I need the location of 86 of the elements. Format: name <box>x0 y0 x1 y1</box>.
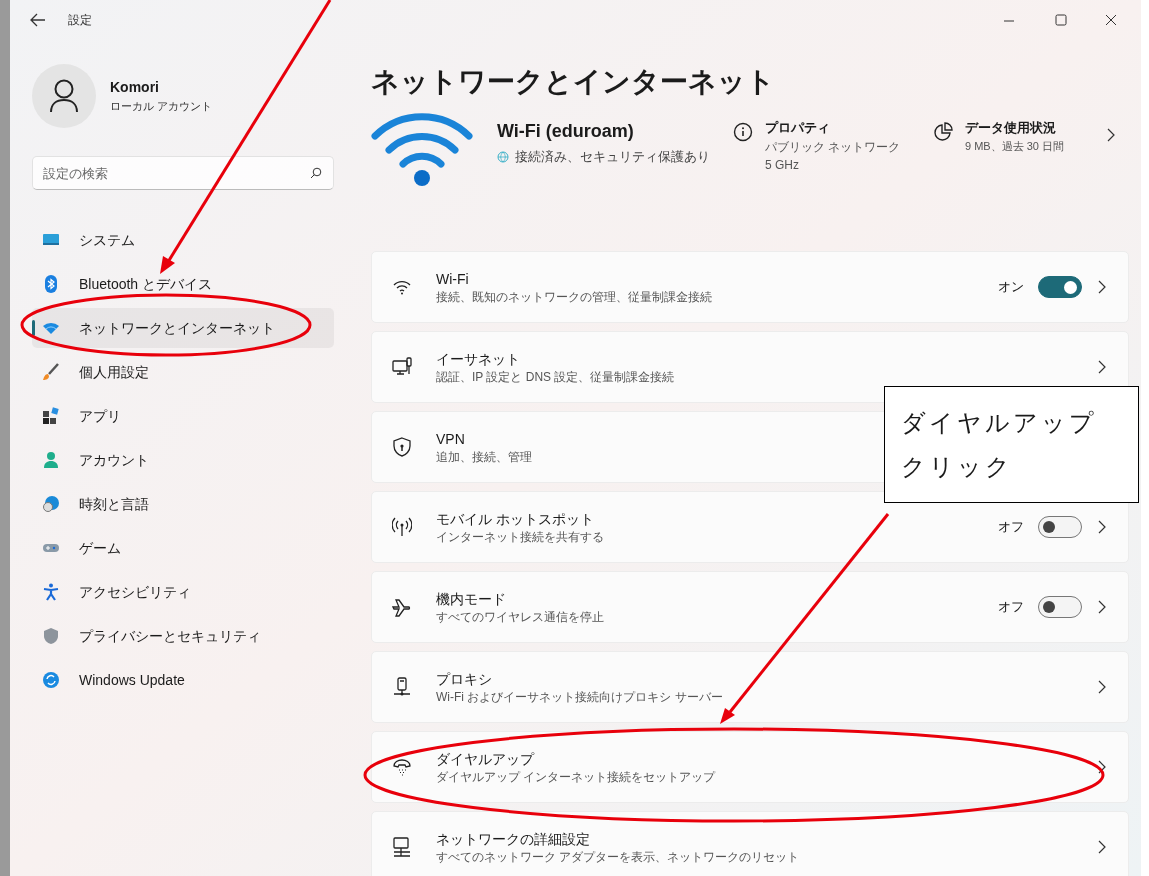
row-title: Wi-Fi <box>436 269 469 289</box>
bluetooth-icon <box>42 275 60 293</box>
proxy-server-icon <box>392 677 412 697</box>
globe-icon <box>42 495 60 513</box>
airplane-icon <box>392 597 412 617</box>
connection-status: 接続済み、セキュリティ保護あり <box>515 148 710 166</box>
row-title: VPN <box>436 429 465 449</box>
shield-icon <box>392 437 412 457</box>
connection-name: Wi-Fi (eduroam) <box>497 120 635 143</box>
selection-indicator <box>32 320 35 336</box>
toggle-switch[interactable] <box>1038 276 1082 298</box>
nav-item[interactable]: 個人用設定 <box>32 352 334 392</box>
toggle-switch[interactable] <box>1038 596 1082 618</box>
chevron-right-icon <box>1098 760 1106 774</box>
data-usage-title[interactable]: データ使用状況 <box>965 118 1065 138</box>
chevron-right-icon <box>1098 600 1106 614</box>
nav-item[interactable]: アプリ <box>32 396 334 436</box>
callout-tooltip: ダイヤルアップクリック <box>884 386 1139 503</box>
nav-item[interactable]: システム <box>32 220 334 260</box>
maximize-icon[interactable] <box>1055 14 1067 26</box>
row-subtitle: すべてのワイヤレス通信を停止 <box>436 608 604 626</box>
nav-item[interactable]: ネットワークとインターネット <box>32 308 334 348</box>
settings-row[interactable]: Wi-Fi 接続、既知のネットワークの管理、従量制課金接続 オン <box>371 251 1129 323</box>
chevron-right-icon[interactable] <box>1107 128 1115 142</box>
nav-item[interactable]: プライバシーとセキュリティ <box>32 616 334 656</box>
row-title: モバイル ホットスポット <box>436 509 594 529</box>
pie-chart-icon[interactable] <box>933 122 953 142</box>
search-field[interactable]: 設定の検索 <box>32 156 334 190</box>
wifi-signal-icon <box>371 112 473 188</box>
close-icon[interactable] <box>1105 14 1117 26</box>
properties-title[interactable]: プロパティ <box>765 118 901 138</box>
settings-row[interactable]: 機内モード すべてのワイヤレス通信を停止 オフ <box>371 571 1129 643</box>
network-computer-icon <box>392 837 412 857</box>
accessibility-icon <box>42 583 60 601</box>
properties-detail: 5 GHz <box>765 156 800 174</box>
toggle-switch[interactable] <box>1038 516 1082 538</box>
telephone-icon <box>392 757 412 777</box>
row-subtitle: ダイヤルアップ インターネット接続をセットアップ <box>436 768 716 786</box>
update-icon <box>42 671 60 689</box>
row-subtitle: すべてのネットワーク アダプターを表示、ネットワークのリセット <box>436 848 800 866</box>
account-name: Komori <box>110 78 160 98</box>
row-subtitle: Wi-Fi およびイーサネット接続向けプロキシ サーバー <box>436 688 723 706</box>
account-type: ローカル アカウント <box>110 99 213 115</box>
row-title: 機内モード <box>436 589 506 609</box>
row-title: ネットワークの詳細設定 <box>436 829 590 849</box>
settings-row[interactable]: イーサネット 認証、IP 設定と DNS 設定、従量制課金接続 <box>371 331 1129 403</box>
row-subtitle: 追加、接続、管理 <box>436 448 532 466</box>
settings-row[interactable]: ネットワークの詳細設定 すべてのネットワーク アダプターを表示、ネットワークのリセット <box>371 811 1129 876</box>
settings-row[interactable]: モバイル ホットスポット インターネット接続を共有する オフ <box>371 491 1129 563</box>
back-arrow-icon[interactable] <box>30 13 46 27</box>
apps-icon <box>42 407 60 425</box>
properties-detail: パブリック ネットワーク <box>765 138 901 156</box>
nav-item[interactable]: 時刻と言語 <box>32 484 334 524</box>
person-icon <box>42 451 60 469</box>
row-title: プロキシ <box>436 669 492 689</box>
chevron-right-icon <box>1098 520 1106 534</box>
brush-icon <box>42 363 60 381</box>
nav-item[interactable]: アクセシビリティ <box>32 572 334 612</box>
data-usage-detail: 9 MB、過去 30 日間 <box>965 138 1065 154</box>
row-title: ダイヤルアップ <box>436 749 534 769</box>
row-subtitle: インターネット接続を共有する <box>436 528 604 546</box>
globe-icon <box>497 150 509 163</box>
chevron-right-icon <box>1098 680 1106 694</box>
nav-item[interactable]: Windows Update <box>32 660 334 700</box>
shield-icon <box>42 627 60 645</box>
chevron-right-icon <box>1098 280 1106 294</box>
window-title: 設定 <box>68 12 92 29</box>
nav-item[interactable]: Bluetooth とデバイス <box>32 264 334 304</box>
info-icon[interactable] <box>733 122 753 142</box>
toggle-label: オン <box>998 278 1024 297</box>
search-icon <box>310 167 322 179</box>
toggle-label: オフ <box>998 518 1024 537</box>
antenna-icon <box>392 517 412 537</box>
nav-item[interactable]: ゲーム <box>32 528 334 568</box>
row-subtitle: 接続、既知のネットワークの管理、従量制課金接続 <box>436 288 712 306</box>
computer-icon <box>392 357 412 377</box>
settings-row[interactable]: ダイヤルアップ ダイヤルアップ インターネット接続をセットアップ <box>371 731 1129 803</box>
settings-row[interactable]: プロキシ Wi-Fi およびイーサネット接続向けプロキシ サーバー <box>371 651 1129 723</box>
row-title: イーサネット <box>436 349 520 369</box>
toggle-label: オフ <box>998 598 1024 617</box>
chevron-right-icon <box>1098 840 1106 854</box>
person-icon <box>49 79 79 113</box>
page-title: ネットワークとインターネット <box>371 65 776 99</box>
chevron-right-icon <box>1098 360 1106 374</box>
row-subtitle: 認証、IP 設定と DNS 設定、従量制課金接続 <box>436 368 675 386</box>
nav-item[interactable]: アカウント <box>32 440 334 480</box>
